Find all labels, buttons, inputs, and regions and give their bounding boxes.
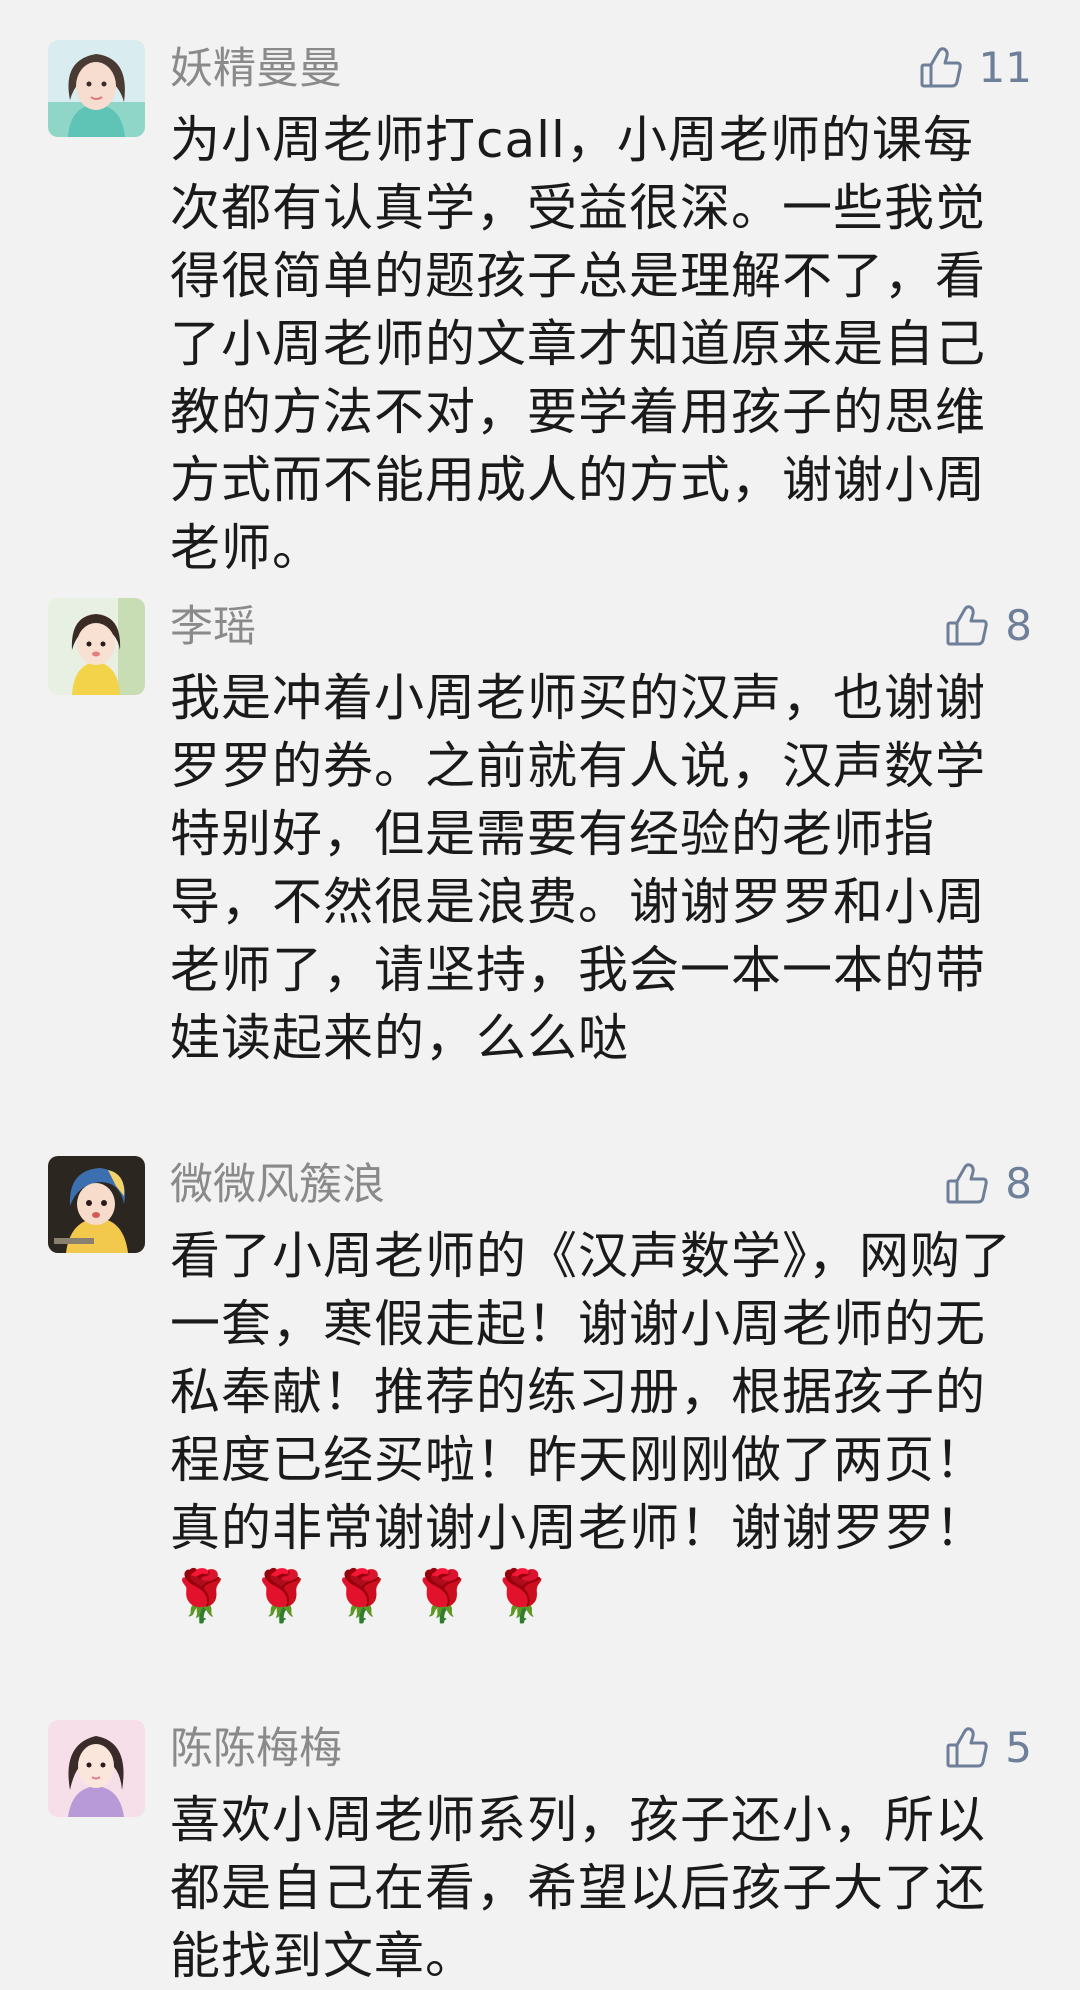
like-count: 8: [1005, 601, 1032, 650]
like-button[interactable]: 5: [943, 1720, 1032, 1776]
like-button[interactable]: 8: [943, 1156, 1032, 1212]
like-count: 8: [1005, 1159, 1032, 1208]
comment-text: 为小周老师打call，小周老师的课每次都有认真学，受益很深。一些我觉得很简单的题…: [170, 111, 986, 577]
username[interactable]: 妖精曼曼: [170, 42, 342, 96]
like-button[interactable]: 11: [917, 40, 1032, 96]
avatar[interactable]: [48, 1720, 145, 1817]
like-button[interactable]: 8: [943, 598, 1032, 654]
thumbs-up-icon: [917, 44, 965, 92]
avatar[interactable]: [48, 598, 145, 695]
comment-text: 喜欢小周老师系列，孩子还小，所以都是自己在看，希望以后孩子大了还能找到文章。: [170, 1791, 986, 1985]
username[interactable]: 李瑶: [170, 600, 256, 654]
username[interactable]: 陈陈梅梅: [170, 1722, 342, 1776]
comment-text: 看了小周老师的《汉声数学》，网购了一套，寒假走起！谢谢小周老师的无私奉献！推荐的…: [170, 1227, 1012, 1625]
avatar[interactable]: [48, 1156, 145, 1253]
thumbs-up-icon: [943, 602, 991, 650]
like-count: 11: [978, 43, 1032, 92]
thumbs-up-icon: [943, 1724, 991, 1772]
comment-text: 我是冲着小周老师买的汉声，也谢谢罗罗的券。之前就有人说，汉声数学特别好，但是需要…: [170, 669, 986, 1067]
username[interactable]: 微微风簇浪: [170, 1158, 385, 1212]
avatar[interactable]: [48, 40, 145, 137]
thumbs-up-icon: [943, 1160, 991, 1208]
like-count: 5: [1005, 1723, 1032, 1772]
